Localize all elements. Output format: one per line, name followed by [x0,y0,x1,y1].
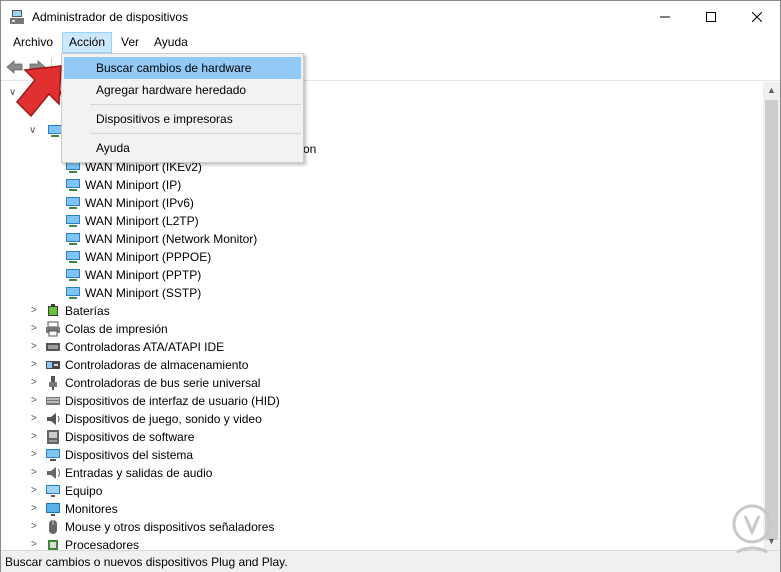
category-label: Monitores [65,502,118,516]
watermark-logo-icon [732,504,772,554]
storage-controller-icon [46,361,60,369]
scroll-up-icon[interactable]: ▲ [763,82,780,99]
menu-separator [90,133,301,134]
category-label: Dispositivos de software [65,430,195,444]
category-label: Procesadores [65,538,140,550]
chevron-right-icon[interactable]: > [31,482,41,500]
title-bar: Administrador de dispositivos [1,1,780,32]
chevron-right-icon[interactable]: > [31,356,41,374]
close-button[interactable] [734,1,780,32]
computer-icon [46,485,60,497]
category-label: Dispositivos de juego, sonido y video [65,412,262,426]
chevron-right-icon[interactable]: > [31,374,41,392]
device-manager-window: Administrador de dispositivos Archivo Ac… [0,0,781,572]
menu-bar: Archivo Acción Ver Ayuda [1,32,780,53]
category-label: Entradas y salidas de audio [65,466,213,480]
category-label: Controladoras de almacenamiento [65,358,249,372]
minimize-icon [660,16,670,17]
chevron-right-icon[interactable]: > [31,428,41,446]
network-adapter-label: WAN Miniport (PPPOE) [85,250,212,264]
menu-accion[interactable]: Acción [62,32,113,53]
network-adapter-icon [66,179,80,191]
chevron-right-icon[interactable]: > [31,500,41,518]
category-label: Controladoras de bus serie universal [65,376,261,390]
network-adapter-icon [66,269,80,281]
maximize-icon [706,11,716,22]
hidden-item-suffix: on [303,142,317,156]
audio-icon [47,467,60,479]
network-adapter-label: WAN Miniport (SSTP) [85,286,202,300]
category-label: Controladoras ATA/ATAPI IDE [65,340,225,354]
menu-item-buscar-cambios[interactable]: Buscar cambios de hardware [64,57,301,79]
chevron-right-icon[interactable]: > [31,518,41,536]
category-label: Equipo [65,484,103,498]
network-adapter-icon [66,287,80,299]
mouse-icon [49,520,57,534]
category-label: Colas de impresión [65,322,168,336]
accion-dropdown-menu: Buscar cambios de hardware Agregar hardw… [61,53,304,163]
vertical-scrollbar[interactable]: ▲ ▼ [763,82,780,550]
category-label: Dispositivos del sistema [65,448,194,462]
chevron-right-icon[interactable]: > [31,464,41,482]
chevron-right-icon[interactable]: > [31,536,41,550]
close-icon [752,11,762,22]
chevron-right-icon[interactable]: > [31,446,41,464]
menu-archivo[interactable]: Archivo [7,32,59,53]
category-label: Baterías [65,304,110,318]
usb-icon [49,376,57,390]
network-adapter-label: WAN Miniport (Network Monitor) [85,232,258,246]
monitor-icon [46,503,60,516]
device-manager-icon [10,10,24,24]
network-adapter-icon [66,215,80,227]
software-device-icon [47,430,59,444]
menu-ayuda[interactable]: Ayuda [148,32,194,53]
minimize-button[interactable] [642,1,688,32]
menu-item-agregar-hardware[interactable]: Agregar hardware heredado [64,79,301,101]
network-adapter-label: WAN Miniport (IP) [85,178,182,192]
network-adapter-label: WAN Miniport (PPTP) [85,268,202,282]
category-label: Mouse y otros dispositivos señaladores [65,520,275,534]
chevron-right-icon[interactable]: > [31,338,41,356]
category-label: Dispositivos de interfaz de usuario (HID… [65,394,280,408]
printer-icon [46,321,60,337]
battery-icon [48,304,58,316]
speaker-icon [47,413,60,425]
window-title: Administrador de dispositivos [32,10,189,24]
ide-controller-icon [46,343,60,351]
hid-icon [46,397,60,405]
scroll-thumb[interactable] [765,100,778,540]
network-adapter-icon [66,233,80,245]
menu-item-dispositivos-impresoras[interactable]: Dispositivos e impresoras [64,108,301,130]
red-pointer-arrow-icon [15,65,62,118]
network-adapter-label: WAN Miniport (IPv6) [85,196,194,210]
network-adapter-icon [66,197,80,209]
status-bar: Buscar cambios o nuevos dispositivos Plu… [1,550,780,572]
network-adapter-label: WAN Miniport (L2TP) [85,214,199,228]
menu-ver[interactable]: Ver [115,32,145,53]
chevron-right-icon[interactable]: > [31,392,41,410]
chevron-right-icon[interactable]: > [31,302,41,320]
menu-separator [90,104,301,105]
chevron-right-icon[interactable]: > [31,320,41,338]
network-adapter-icon [66,251,80,263]
status-text: Buscar cambios o nuevos dispositivos Plu… [5,555,288,569]
menu-item-ayuda[interactable]: Ayuda [64,137,301,159]
chevron-right-icon[interactable]: > [31,410,41,428]
maximize-button[interactable] [688,1,734,32]
processor-icon [48,540,58,550]
system-device-icon [46,449,60,461]
